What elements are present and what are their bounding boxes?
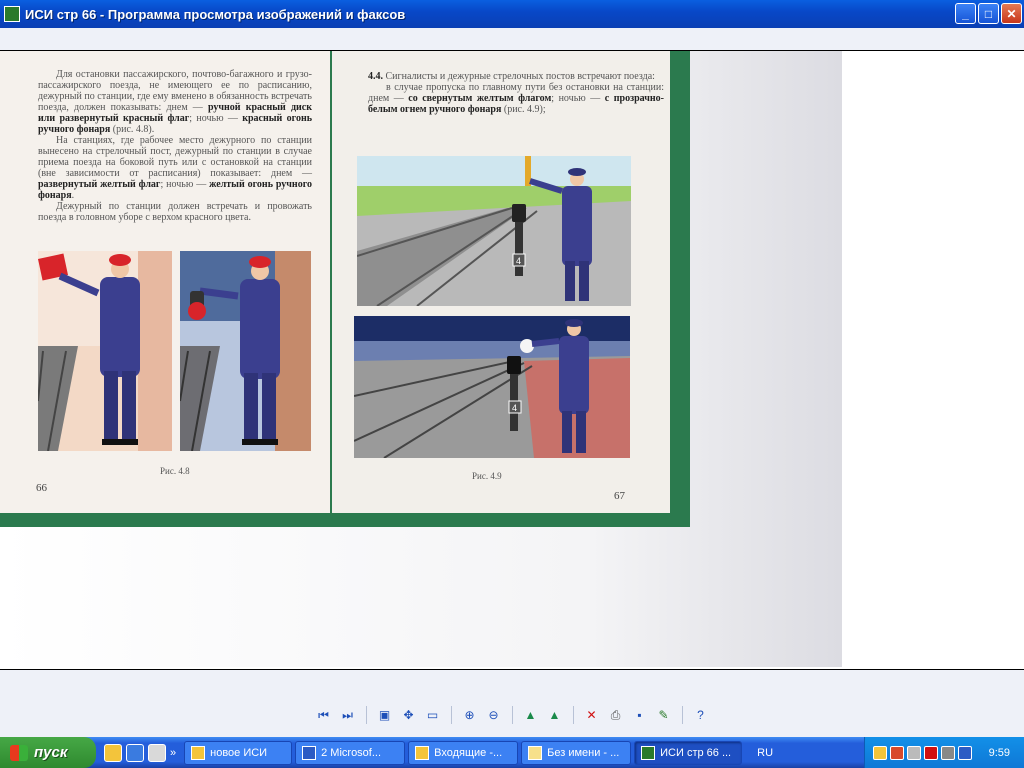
- window-title: ИСИ стр 66 - Программа просмотра изображ…: [25, 6, 406, 22]
- taskbar-item-inbox[interactable]: Входящие -...: [408, 740, 519, 765]
- figure-4-8-night: [180, 251, 311, 451]
- signalman-red-lantern-illustration: [180, 251, 311, 451]
- image-viewer-icon: [4, 6, 20, 22]
- rotate-clockwise-icon[interactable]: ▲: [521, 705, 541, 725]
- left-page: Для остановки пассажирского, почтово-баг…: [0, 51, 330, 513]
- zoom-out-icon[interactable]: ⊖: [484, 705, 504, 725]
- help-icon[interactable]: ?: [691, 705, 711, 725]
- signalman-yellow-flag-illustration: 4: [357, 156, 631, 306]
- maximize-button[interactable]: □: [978, 3, 999, 24]
- start-button[interactable]: пуск: [0, 737, 96, 768]
- chevron-right-icon[interactable]: »: [170, 747, 176, 759]
- clock: 9:59: [988, 746, 1010, 759]
- quick-launch: »: [96, 743, 184, 762]
- section-heading: Сигналисты и дежурные стрелочных постов …: [383, 71, 655, 82]
- slideshow-icon[interactable]: ▭: [423, 705, 443, 725]
- title-bar: ИСИ стр 66 - Программа просмотра изображ…: [0, 0, 1024, 28]
- taskbar-item-word[interactable]: 2 Microsof...: [295, 740, 406, 765]
- taskbar-item-message[interactable]: Без имени - ...: [521, 740, 632, 765]
- folder-icon: [191, 745, 206, 760]
- figure-4-8-day: [38, 251, 172, 451]
- signalman-red-flag-illustration: [38, 251, 172, 451]
- taskbar-item-image-viewer[interactable]: ИСИ стр 66 ...: [634, 740, 743, 765]
- actual-size-icon[interactable]: ✥: [399, 705, 419, 725]
- scanned-image: Для остановки пассажирского, почтово-баг…: [0, 51, 842, 667]
- switch-number-label: 4: [512, 403, 517, 413]
- outlook-icon: [415, 745, 430, 760]
- edit-icon[interactable]: ✎: [654, 705, 674, 725]
- media-player-icon[interactable]: [148, 743, 166, 762]
- taskbar-item-label: Без имени - ...: [547, 746, 620, 759]
- figure-caption-4-9: Рис. 4.9: [472, 471, 502, 481]
- rotate-counterclockwise-icon[interactable]: ▲: [545, 705, 565, 725]
- signalman-white-lantern-illustration: 4: [354, 316, 630, 458]
- delete-icon[interactable]: ✕: [582, 705, 602, 725]
- toolbar-separator: [572, 706, 574, 724]
- section-number: 4.4.: [368, 71, 383, 82]
- internet-explorer-icon[interactable]: [126, 743, 144, 762]
- right-page-text: 4.4. Сигналисты и дежурные стрелочных по…: [368, 71, 664, 115]
- taskbar: пуск » новое ИСИ 2 Microsof... Входящие …: [0, 737, 1024, 768]
- left-paragraph-1: Для остановки пассажирского, почтово-баг…: [38, 69, 312, 135]
- right-heading: 4.4. Сигналисты и дежурные стрелочных по…: [368, 71, 664, 82]
- word-icon: [302, 745, 317, 760]
- bold-run: со свернутым желтым флагом: [408, 93, 552, 104]
- image-viewer-area[interactable]: Для остановки пассажирского, почтово-баг…: [0, 50, 1024, 670]
- page-number-right: 67: [614, 490, 625, 502]
- page-number-left: 66: [36, 482, 47, 494]
- text-run: (рис. 4.8).: [110, 124, 155, 135]
- left-paragraph-2: На станциях, где рабочее место дежурного…: [38, 135, 312, 201]
- envelope-icon: [528, 745, 543, 760]
- right-paragraph-1: в случае пропуска по главному пути без о…: [368, 82, 664, 115]
- taskbar-item-folder[interactable]: новое ИСИ: [184, 740, 293, 765]
- text-run: (рис. 4.9);: [501, 104, 546, 115]
- text-run: ; ночью —: [551, 93, 605, 104]
- taskbar-item-label: ИСИ стр 66 ...: [660, 746, 732, 759]
- volume-icon[interactable]: [890, 745, 904, 760]
- toolbar-separator: [450, 706, 452, 724]
- start-label: пуск: [34, 744, 68, 761]
- outlook-tray-icon[interactable]: [873, 745, 887, 760]
- bold-run: развернутый желтый флаг: [38, 179, 161, 190]
- next-image-icon[interactable]: ⏭: [338, 705, 358, 725]
- best-fit-icon[interactable]: ▣: [375, 705, 395, 725]
- figure-4-9-night: 4: [354, 316, 630, 458]
- outlook-icon[interactable]: [104, 743, 122, 762]
- toolbar-separator: [681, 706, 683, 724]
- text-run: На станциях, где рабочее место дежурного…: [38, 135, 312, 179]
- save-icon[interactable]: ▪: [630, 705, 650, 725]
- switch-number-label: 4: [516, 256, 521, 266]
- antivirus-icon[interactable]: [924, 745, 938, 760]
- left-page-text: Для остановки пассажирского, почтово-баг…: [38, 69, 312, 223]
- figure-caption-4-8: Рис. 4.8: [160, 466, 190, 476]
- text-run: ; ночью —: [189, 113, 243, 124]
- text-run: .: [71, 190, 75, 201]
- figure-4-9-day: 4: [357, 156, 631, 306]
- left-paragraph-3: Дежурный по станции должен встречать и п…: [38, 201, 312, 223]
- previous-image-icon[interactable]: ⏮: [314, 705, 334, 725]
- image-viewer-icon: [641, 745, 656, 760]
- toolbar-separator: [365, 706, 367, 724]
- right-page: 4.4. Сигналисты и дежурные стрелочных по…: [332, 51, 670, 513]
- windows-logo-icon: [10, 744, 28, 761]
- network-icon[interactable]: [907, 745, 921, 760]
- taskbar-item-label: Входящие -...: [434, 746, 503, 759]
- minimize-button[interactable]: _: [955, 3, 976, 24]
- system-tray: 9:59: [864, 737, 1024, 768]
- zoom-in-icon[interactable]: ⊕: [460, 705, 480, 725]
- taskbar-item-label: 2 Microsof...: [321, 746, 382, 759]
- viewer-toolbar: ⏮ ⏭ ▣ ✥ ▭ ⊕ ⊖ ▲ ▲ ✕ ⎙ ▪ ✎ ?: [0, 700, 1024, 730]
- text-run: ; ночью —: [160, 179, 210, 190]
- toolbar-separator: [511, 706, 513, 724]
- language-indicator[interactable]: RU: [745, 747, 785, 759]
- taskbar-item-label: новое ИСИ: [210, 746, 268, 759]
- security-icon[interactable]: [941, 745, 955, 760]
- book-cover: Для остановки пассажирского, почтово-баг…: [0, 51, 690, 527]
- print-icon[interactable]: ⎙: [606, 705, 626, 725]
- close-button[interactable]: ✕: [1001, 3, 1022, 24]
- tray-app-icon[interactable]: [958, 745, 972, 760]
